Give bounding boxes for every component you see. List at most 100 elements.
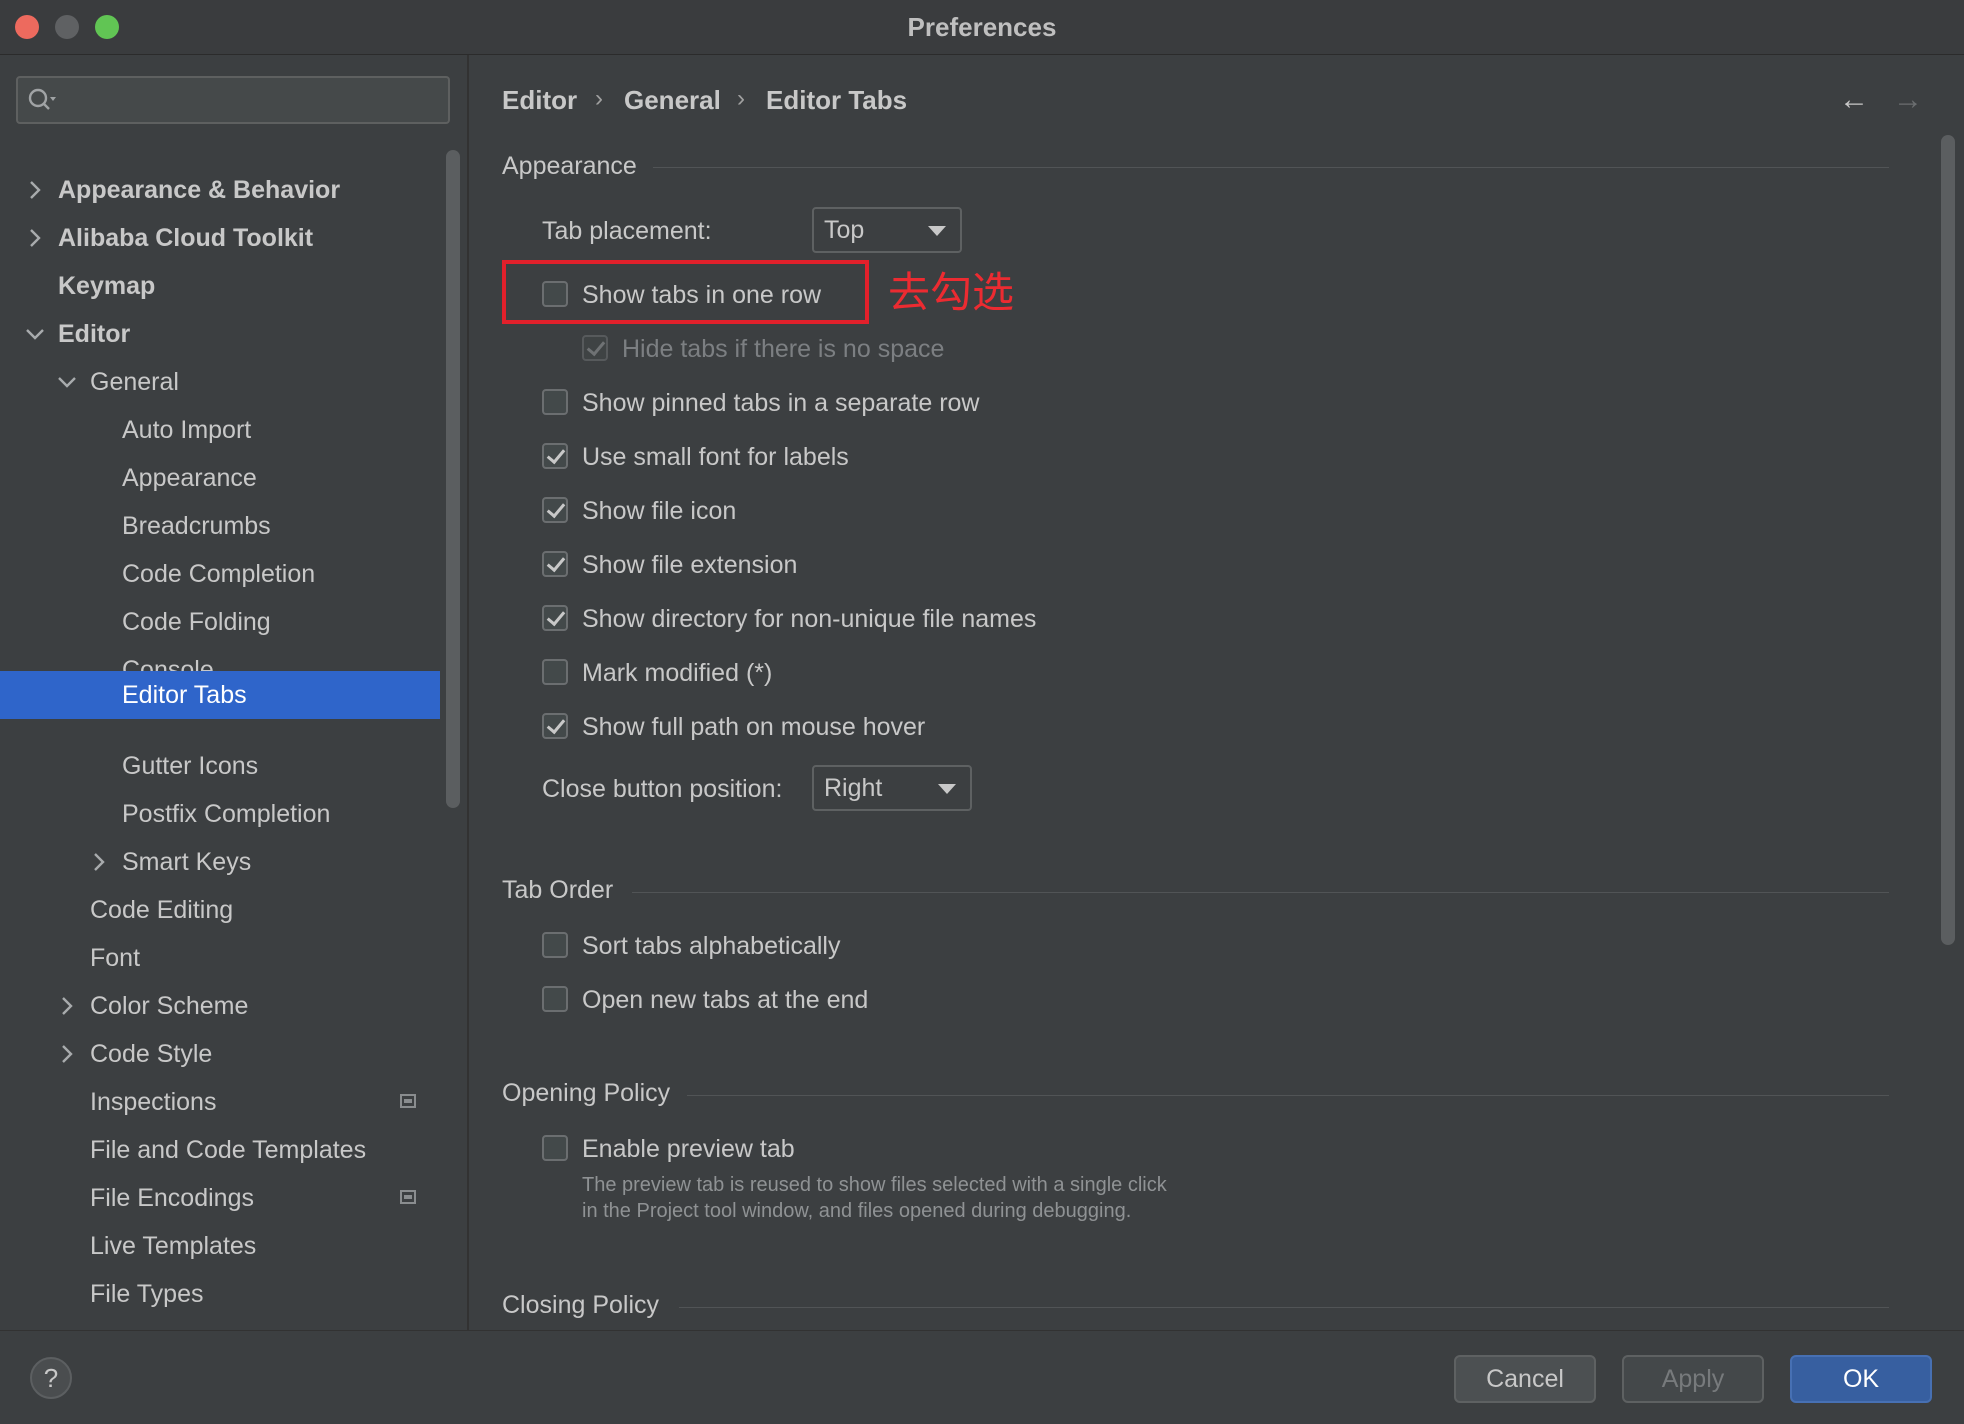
sidebar-item-code-editing[interactable]: Code Editing <box>0 886 440 934</box>
breadcrumb-separator: › <box>737 85 745 112</box>
chevron-down-icon <box>26 329 44 340</box>
settings-tree-sidebar: Appearance & Behavior Alibaba Cloud Tool… <box>0 55 469 1356</box>
sidebar-item-smart-keys[interactable]: Smart Keys <box>0 838 440 886</box>
mark-modified-label[interactable]: Mark modified (*) <box>582 659 772 688</box>
sidebar-item-label: Auto Import <box>122 416 252 444</box>
sidebar-item-live-templates[interactable]: Live Templates <box>0 1222 440 1270</box>
show-directory-checkbox[interactable] <box>542 605 568 631</box>
sidebar-item-general[interactable]: General <box>0 358 440 406</box>
sidebar-item-label: General <box>90 368 179 396</box>
chevron-right-icon <box>30 229 41 247</box>
open-new-tabs-end-label[interactable]: Open new tabs at the end <box>582 986 868 1015</box>
small-font-labels-checkbox[interactable] <box>542 443 568 469</box>
breadcrumb-item[interactable]: General <box>624 85 721 116</box>
show-tabs-in-one-row-checkbox[interactable] <box>542 281 568 307</box>
sidebar-item-label: Smart Keys <box>122 848 252 876</box>
sidebar-item-gutter-icons[interactable]: Gutter Icons <box>0 742 440 790</box>
sidebar-item-label: Live Templates <box>90 1232 257 1260</box>
sidebar-item-label: Code Style <box>90 1040 213 1068</box>
section-divider <box>679 1307 1889 1308</box>
enable-preview-tab-label[interactable]: Enable preview tab <box>582 1135 795 1164</box>
sidebar-item-appearance[interactable]: Appearance <box>0 454 440 502</box>
section-title-closing-policy: Closing Policy <box>502 1291 660 1319</box>
breadcrumb-item[interactable]: Editor <box>502 85 577 116</box>
section-title-appearance: Appearance <box>502 152 637 180</box>
open-new-tabs-end-checkbox[interactable] <box>542 986 568 1012</box>
content-scrollbar[interactable] <box>1941 135 1955 945</box>
small-font-labels-label[interactable]: Use small font for labels <box>582 443 849 472</box>
hide-tabs-no-space-checkbox <box>582 335 608 361</box>
help-button[interactable]: ? <box>30 1357 72 1399</box>
sort-tabs-alphabetically-label[interactable]: Sort tabs alphabetically <box>582 932 840 961</box>
sidebar-item-label: Breadcrumbs <box>122 512 271 540</box>
show-file-extension-checkbox[interactable] <box>542 551 568 577</box>
title-bar: Preferences <box>0 0 1964 55</box>
sidebar-item-code-style[interactable]: Code Style <box>0 1030 440 1078</box>
sidebar-item-file-types[interactable]: File Types <box>0 1270 440 1318</box>
sidebar-item-keymap[interactable]: Keymap <box>0 262 440 310</box>
section-divider <box>632 892 1889 893</box>
section-title-opening-policy: Opening Policy <box>502 1079 671 1107</box>
back-arrow-icon[interactable]: ← <box>1839 83 1869 117</box>
sidebar-item-label: Appearance & Behavior <box>58 176 341 204</box>
show-file-extension-label[interactable]: Show file extension <box>582 551 797 580</box>
sidebar-item-color-scheme[interactable]: Color Scheme <box>0 982 440 1030</box>
close-button-position-label: Close button position: <box>542 775 783 803</box>
sidebar-item-editor-tabs[interactable]: Editor Tabs <box>0 671 440 719</box>
sidebar-scrollbar[interactable] <box>446 150 460 808</box>
sidebar-item-label: Code Editing <box>90 896 234 924</box>
dialog-footer: ? Cancel Apply OK <box>0 1330 1964 1424</box>
cancel-button[interactable]: Cancel <box>1454 1355 1596 1403</box>
search-input[interactable] <box>16 76 450 124</box>
sidebar-item-file-encodings[interactable]: File Encodings <box>0 1174 440 1222</box>
close-button-position-dropdown[interactable]: Right <box>812 765 972 811</box>
show-full-path-checkbox[interactable] <box>542 713 568 739</box>
show-pinned-tabs-checkbox[interactable] <box>542 389 568 415</box>
show-pinned-tabs-label[interactable]: Show pinned tabs in a separate row <box>582 389 979 418</box>
show-full-path-label[interactable]: Show full path on mouse hover <box>582 713 925 742</box>
sidebar-item-file-and-code-templates[interactable]: File and Code Templates <box>0 1126 440 1174</box>
preferences-window: Preferences Appearance & Behavior Alibab… <box>0 0 1964 1424</box>
sidebar-item-editor[interactable]: Editor <box>0 310 440 358</box>
show-file-icon-checkbox[interactable] <box>542 497 568 523</box>
tab-placement-label: Tab placement: <box>542 217 712 245</box>
hide-tabs-no-space-label: Hide tabs if there is no space <box>622 335 945 363</box>
project-settings-icon <box>400 1094 416 1108</box>
sort-tabs-alphabetically-checkbox[interactable] <box>542 932 568 958</box>
sidebar-item-label: Gutter Icons <box>122 752 259 780</box>
sidebar-item-inspections[interactable]: Inspections <box>0 1078 440 1126</box>
sidebar-item-label: Code Completion <box>122 560 316 588</box>
chevron-down-icon <box>58 377 76 388</box>
sidebar-item-label: Appearance <box>122 464 257 492</box>
chevron-right-icon <box>62 1045 73 1063</box>
sidebar-item-appearance-behavior[interactable]: Appearance & Behavior <box>0 166 440 214</box>
sidebar-item-breadcrumbs[interactable]: Breadcrumbs <box>0 502 440 550</box>
apply-button[interactable]: Apply <box>1622 1355 1764 1403</box>
forward-arrow-icon[interactable]: → <box>1893 83 1923 117</box>
sidebar-item-label: File Encodings <box>90 1184 254 1212</box>
chevron-down-icon <box>938 784 956 794</box>
tab-placement-dropdown[interactable]: Top <box>812 207 962 253</box>
sidebar-item-auto-import[interactable]: Auto Import <box>0 406 440 454</box>
show-directory-label[interactable]: Show directory for non-unique file names <box>582 605 1036 634</box>
sidebar-item-label: Keymap <box>58 272 156 300</box>
window-title: Preferences <box>907 12 1057 42</box>
sidebar-item-font[interactable]: Font <box>0 934 440 982</box>
ok-button[interactable]: OK <box>1790 1355 1932 1403</box>
sidebar-item-postfix-completion[interactable]: Postfix Completion <box>0 790 440 838</box>
chevron-right-icon <box>94 853 105 871</box>
sidebar-item-label: Code Folding <box>122 608 271 636</box>
sidebar-item-alibaba-cloud-toolkit[interactable]: Alibaba Cloud Toolkit <box>0 214 440 262</box>
section-divider <box>687 1095 1889 1096</box>
show-tabs-in-one-row-label[interactable]: Show tabs in one row <box>582 281 821 310</box>
chevron-right-icon <box>30 181 41 199</box>
sidebar-item-label: Color Scheme <box>90 992 249 1020</box>
sidebar-item-label: Editor <box>58 320 131 348</box>
sidebar-item-code-completion[interactable]: Code Completion <box>0 550 440 598</box>
mark-modified-checkbox[interactable] <box>542 659 568 685</box>
sidebar-item-code-folding[interactable]: Code Folding <box>0 598 440 646</box>
enable-preview-tab-checkbox[interactable] <box>542 1135 568 1161</box>
show-file-icon-label[interactable]: Show file icon <box>582 497 736 526</box>
sidebar-item-label: Font <box>90 944 141 972</box>
sidebar-item-label: File and Code Templates <box>90 1136 367 1164</box>
